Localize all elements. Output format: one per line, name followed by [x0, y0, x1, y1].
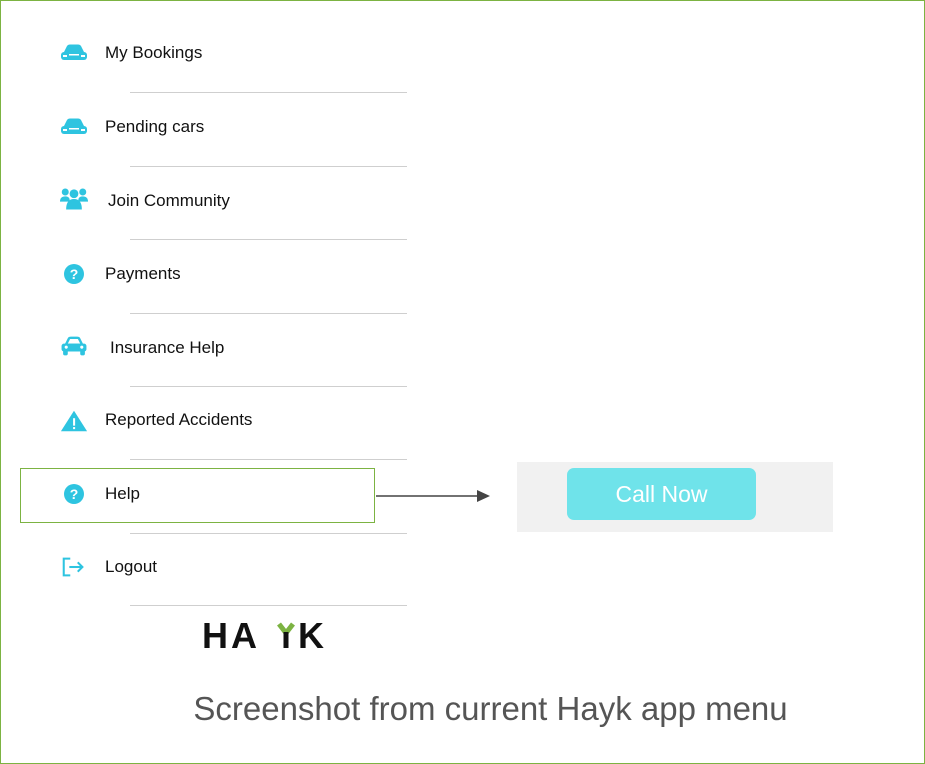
logout-icon: [60, 555, 88, 579]
car-icon: [60, 115, 88, 139]
menu-item-insurance-help[interactable]: Insurance Help: [60, 328, 450, 368]
menu-item-label: Reported Accidents: [105, 410, 253, 429]
menu-divider: [130, 313, 407, 314]
menu-item-join-community[interactable]: Join Community: [60, 181, 450, 221]
svg-text:HA: HA: [202, 615, 260, 656]
menu-divider: [130, 459, 407, 460]
menu-item-reported-accidents[interactable]: Reported Accidents: [60, 400, 450, 440]
menu-item-label: Join Community: [108, 191, 230, 210]
menu-divider: [130, 239, 407, 240]
menu-item-payments[interactable]: ? Payments: [60, 254, 450, 294]
menu-item-label: Logout: [105, 557, 157, 576]
car-front-icon: [60, 334, 88, 358]
arrow-right-icon: [376, 488, 491, 504]
menu-item-pending-cars[interactable]: Pending cars: [60, 107, 450, 147]
car-icon: [60, 41, 88, 65]
call-panel: Call Now: [517, 462, 833, 532]
menu-item-my-bookings[interactable]: My Bookings: [60, 33, 450, 73]
menu-divider: [130, 533, 407, 534]
help-highlight-box: [20, 468, 375, 523]
menu-divider: [130, 92, 407, 93]
call-now-button[interactable]: Call Now: [567, 468, 756, 520]
menu-item-logout[interactable]: Logout: [60, 547, 450, 587]
menu-divider: [130, 166, 407, 167]
menu-item-label: My Bookings: [105, 43, 203, 62]
warning-triangle-icon: [60, 409, 88, 433]
menu-item-label: Pending cars: [105, 117, 205, 136]
menu-divider: [130, 605, 407, 606]
svg-text:?: ?: [70, 266, 79, 282]
hayk-logo: HA K: [200, 612, 340, 656]
question-circle-icon: ?: [60, 262, 88, 286]
svg-text:K: K: [298, 615, 324, 656]
menu-item-label: Insurance Help: [110, 338, 225, 357]
figure-caption: Screenshot from current Hayk app menu: [193, 690, 788, 727]
menu-divider: [130, 386, 407, 387]
menu-item-label: Payments: [105, 264, 181, 283]
people-icon: [60, 187, 88, 211]
